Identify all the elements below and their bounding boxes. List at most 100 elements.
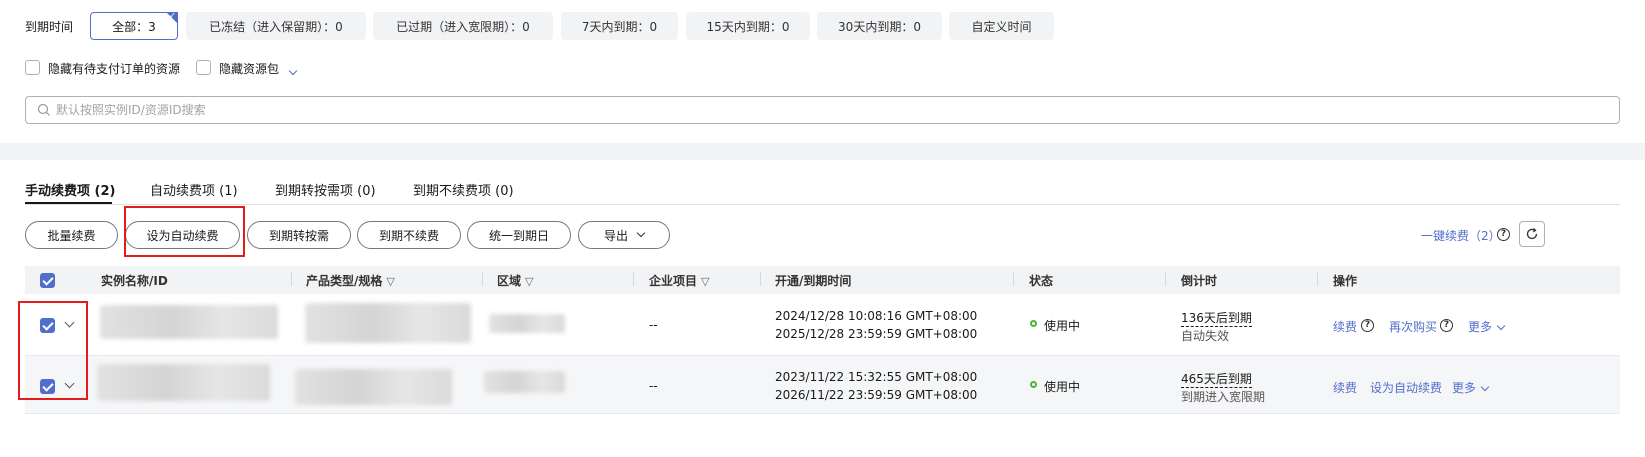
header-countdown: 倒计时 [1181, 274, 1218, 288]
status-dot-icon [1030, 320, 1037, 327]
project-value: -- [649, 379, 658, 393]
status-text: 使用中 [1044, 319, 1081, 333]
countdown-value[interactable]: 136天后到期 [1181, 309, 1252, 327]
hide-package-checkbox[interactable] [196, 60, 211, 75]
chevron-down-icon [1496, 321, 1506, 331]
product-spec-redacted [295, 369, 452, 405]
batch-renew-label: 批量续费 [47, 228, 96, 243]
check-icon: ✓ [169, 11, 176, 20]
batch-renew-button[interactable]: 批量续费 [25, 221, 118, 249]
filter-icon[interactable]: ▽ [525, 275, 533, 288]
tab-to-on-demand[interactable]: 到期转按需项 (0) [275, 180, 376, 199]
more-link[interactable]: 更多 [1452, 379, 1490, 396]
filter-frozen-label: 已冻结（进入保留期）：0 [209, 19, 343, 34]
highlight-box [18, 301, 88, 400]
export-label: 导出 [603, 228, 628, 243]
chevron-down-icon[interactable] [284, 61, 298, 80]
more-label: 更多 [1452, 381, 1477, 395]
header-region: 区域 ▽ [497, 272, 533, 289]
instance-name-redacted [100, 305, 278, 339]
filter-7days[interactable]: 7天内到期：0 [561, 12, 678, 40]
renew-link[interactable]: 续费 [1333, 379, 1357, 396]
countdown-value[interactable]: 465天后到期 [1181, 370, 1252, 388]
search-icon [37, 103, 50, 116]
refresh-button[interactable] [1519, 221, 1545, 247]
to-on-demand-button[interactable]: 到期转按需 [247, 221, 351, 249]
column-divider [1317, 272, 1318, 286]
column-divider [1013, 272, 1014, 286]
hide-pending-label: 隐藏有待支付订单的资源 [48, 62, 181, 76]
instance-name-redacted [97, 364, 270, 401]
header-time: 开通/到期时间 [775, 274, 852, 288]
filter-expired[interactable]: 已过期（进入宽限期）：0 [373, 12, 553, 40]
header-product: 产品类型/规格 ▽ [306, 272, 395, 289]
region-redacted [489, 314, 565, 333]
filter-all-label: 全部：3 [112, 19, 156, 34]
filter-7days-label: 7天内到期：0 [581, 19, 658, 34]
rebuy-link[interactable]: 再次购买 [1389, 318, 1437, 335]
search-input[interactable] [56, 101, 1556, 119]
filter-panel: 到期时间 全部：3 ✓ 已冻结（进入保留期）：0 已过期（进入宽限期）：0 7天… [0, 0, 1645, 143]
hide-package-label: 隐藏资源包 [219, 62, 280, 76]
tab-divider [25, 204, 1620, 205]
header-status: 状态 [1029, 274, 1054, 288]
to-on-demand-label: 到期转按需 [268, 228, 329, 243]
filter-icon[interactable]: ▽ [701, 275, 709, 288]
active-tab-indicator [25, 202, 112, 204]
countdown-note: 自动失效 [1181, 329, 1230, 343]
column-divider [291, 272, 292, 286]
more-link[interactable]: 更多 [1468, 318, 1506, 335]
no-renew-label: 到期不续费 [378, 228, 439, 243]
header-project: 企业项目 ▽ [649, 272, 709, 289]
filter-frozen[interactable]: 已冻结（进入保留期）：0 [186, 12, 366, 40]
header-region-label: 区域 [497, 274, 522, 288]
filter-15days[interactable]: 15天内到期：0 [686, 12, 810, 40]
filter-30days-label: 30天内到期：0 [838, 19, 921, 34]
column-divider [760, 272, 761, 286]
tab-manual-renew[interactable]: 手动续费项 (2) [25, 180, 115, 199]
hide-pending-checkbox[interactable] [25, 60, 40, 75]
project-value: -- [649, 318, 658, 332]
header-ops: 操作 [1333, 274, 1358, 288]
renew-link[interactable]: 续费 [1333, 318, 1357, 335]
unify-date-label: 统一到期日 [488, 228, 549, 243]
chevron-down-icon [636, 228, 646, 238]
tab-no-renew[interactable]: 到期不续费项 (0) [413, 180, 514, 199]
column-divider [482, 272, 483, 286]
highlight-box [124, 206, 245, 257]
filter-all[interactable]: 全部：3 ✓ [90, 11, 178, 40]
product-spec-redacted [305, 303, 471, 343]
export-button[interactable]: 导出 [578, 221, 670, 249]
expire-time: 2025/12/28 23:59:59 GMT+08:00 [775, 327, 978, 341]
select-all-checkbox[interactable] [40, 273, 55, 288]
filter-30days[interactable]: 30天内到期：0 [817, 12, 942, 40]
status-dot-icon [1030, 381, 1037, 388]
search-box[interactable] [25, 96, 1620, 124]
countdown-note: 到期进入宽限期 [1181, 390, 1266, 404]
open-time: 2023/11/22 15:32:55 GMT+08:00 [775, 370, 978, 384]
filter-expired-label: 已过期（进入宽限期）：0 [396, 19, 530, 34]
status-text: 使用中 [1044, 380, 1081, 394]
one-click-renew-link[interactable]: 一键续费（2） [1421, 227, 1501, 244]
help-icon[interactable]: ? [1361, 319, 1374, 332]
unify-date-button[interactable]: 统一到期日 [467, 221, 571, 249]
refresh-icon [1526, 228, 1538, 240]
filter-icon[interactable]: ▽ [386, 275, 394, 288]
region-redacted [484, 371, 565, 393]
column-divider [1165, 272, 1166, 286]
header-product-label: 产品类型/规格 [306, 274, 383, 288]
filter-custom-time[interactable]: 自定义时间 [949, 12, 1054, 40]
filter-custom-time-label: 自定义时间 [971, 19, 1032, 34]
header-project-label: 企业项目 [649, 274, 698, 288]
expire-time: 2026/11/22 23:59:59 GMT+08:00 [775, 388, 978, 402]
tab-auto-renew[interactable]: 自动续费项 (1) [150, 180, 238, 199]
no-renew-button[interactable]: 到期不续费 [357, 221, 461, 249]
chevron-down-icon [1480, 382, 1490, 392]
header-name: 实例名称/ID [101, 274, 168, 288]
help-icon[interactable]: ? [1440, 319, 1453, 332]
set-auto-renew-link[interactable]: 设为自动续费 [1370, 379, 1442, 396]
expiry-filter-label: 到期时间 [25, 20, 74, 34]
open-time: 2024/12/28 10:08:16 GMT+08:00 [775, 309, 978, 323]
filter-15days-label: 15天内到期：0 [706, 19, 790, 34]
help-icon[interactable]: ? [1497, 228, 1510, 241]
